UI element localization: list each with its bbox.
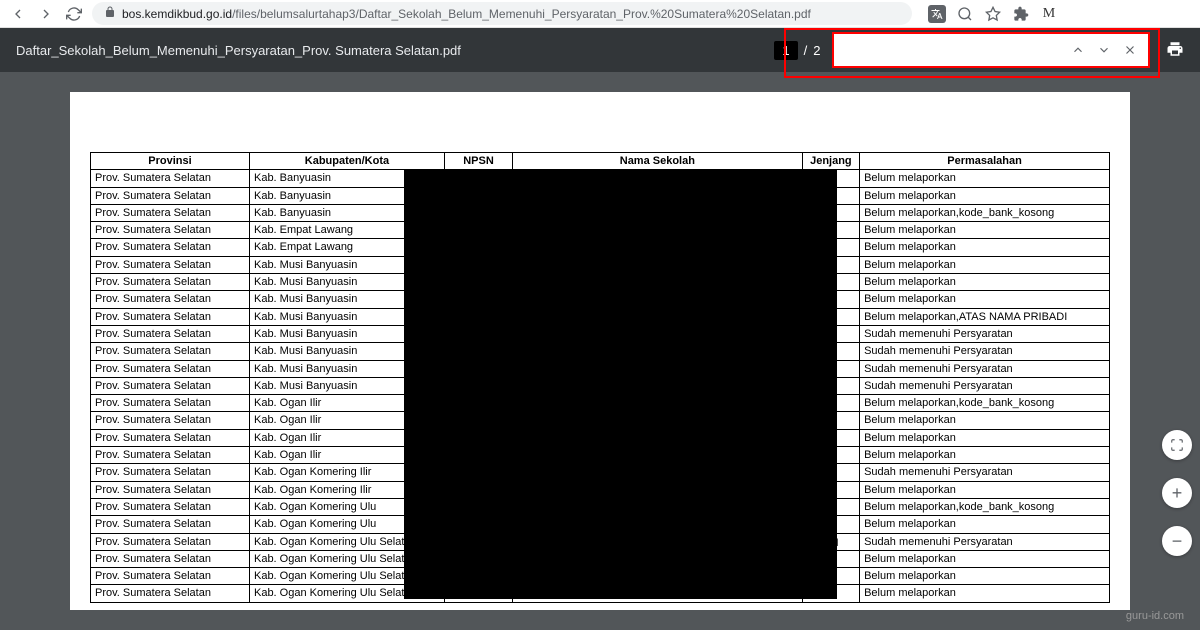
translate-icon[interactable] [928, 5, 946, 23]
cell-perm: Sudah memenuhi Persyaratan [860, 377, 1110, 394]
bookmark-icon[interactable] [984, 5, 1002, 23]
th-provinsi: Provinsi [91, 153, 250, 170]
cell-prov: Prov. Sumatera Selatan [91, 325, 250, 342]
th-kabupaten: Kabupaten/Kota [249, 153, 444, 170]
zoom-icon[interactable] [956, 5, 974, 23]
profile-icon[interactable]: M [1040, 5, 1058, 23]
address-bar[interactable]: bos.kemdikbud.go.id/files/belumsalurtaha… [92, 2, 912, 25]
cell-prov: Prov. Sumatera Selatan [91, 533, 250, 550]
cell-prov: Prov. Sumatera Selatan [91, 239, 250, 256]
cell-perm: Sudah memenuhi Persyaratan [860, 533, 1110, 550]
cell-prov: Prov. Sumatera Selatan [91, 256, 250, 273]
cell-prov: Prov. Sumatera Selatan [91, 343, 250, 360]
cell-perm: Belum melaporkan [860, 239, 1110, 256]
cell-prov: Prov. Sumatera Selatan [91, 395, 250, 412]
find-prev-button[interactable] [1068, 40, 1088, 60]
cell-perm: Belum melaporkan [860, 291, 1110, 308]
cell-perm: Belum melaporkan,ATAS NAMA PRIBADI [860, 308, 1110, 325]
cell-prov: Prov. Sumatera Selatan [91, 308, 250, 325]
table-header-row: Provinsi Kabupaten/Kota NPSN Nama Sekola… [91, 153, 1110, 170]
cell-prov: Prov. Sumatera Selatan [91, 516, 250, 533]
cell-perm: Belum melaporkan [860, 516, 1110, 533]
find-next-button[interactable] [1094, 40, 1114, 60]
find-bar [832, 32, 1150, 68]
cell-perm: Sudah memenuhi Persyaratan [860, 360, 1110, 377]
th-npsn: NPSN [444, 153, 512, 170]
back-button[interactable] [8, 4, 28, 24]
fit-page-button[interactable] [1162, 430, 1192, 460]
cell-perm: Belum melaporkan,kode_bank_kosong [860, 395, 1110, 412]
cell-prov: Prov. Sumatera Selatan [91, 377, 250, 394]
page-current-input[interactable]: 1 [774, 41, 797, 60]
cell-perm: Sudah memenuhi Persyaratan [860, 325, 1110, 342]
side-tools: + − [1162, 430, 1192, 556]
reload-button[interactable] [64, 4, 84, 24]
cell-perm: Belum melaporkan,kode_bank_kosong [860, 204, 1110, 221]
pdf-filename: Daftar_Sekolah_Belum_Memenuhi_Persyarata… [16, 43, 461, 58]
cell-perm: Sudah memenuhi Persyaratan [860, 464, 1110, 481]
print-icon[interactable] [1166, 40, 1184, 61]
cell-prov: Prov. Sumatera Selatan [91, 187, 250, 204]
find-input[interactable] [842, 38, 1062, 62]
cell-prov: Prov. Sumatera Selatan [91, 291, 250, 308]
cell-perm: Belum melaporkan [860, 568, 1110, 585]
cell-perm: Belum melaporkan [860, 550, 1110, 567]
redaction-block [404, 169, 837, 599]
cell-perm: Belum melaporkan [860, 170, 1110, 187]
cell-perm: Belum melaporkan [860, 187, 1110, 204]
cell-prov: Prov. Sumatera Selatan [91, 429, 250, 446]
cell-prov: Prov. Sumatera Selatan [91, 550, 250, 567]
browser-toolbar: bos.kemdikbud.go.id/files/belumsalurtaha… [0, 0, 1200, 28]
cell-prov: Prov. Sumatera Selatan [91, 585, 250, 602]
cell-prov: Prov. Sumatera Selatan [91, 360, 250, 377]
pdf-viewport[interactable]: QIN Provinsi Kabupaten/Kota NPSN Nama Se… [0, 72, 1200, 630]
cell-perm: Belum melaporkan [860, 274, 1110, 291]
pdf-page: QIN Provinsi Kabupaten/Kota NPSN Nama Se… [70, 92, 1130, 610]
cell-perm: Belum melaporkan [860, 222, 1110, 239]
th-nama: Nama Sekolah [513, 153, 803, 170]
url-text: bos.kemdikbud.go.id/files/belumsalurtaha… [122, 7, 811, 21]
zoom-out-button[interactable]: − [1162, 526, 1192, 556]
cell-prov: Prov. Sumatera Selatan [91, 222, 250, 239]
forward-button[interactable] [36, 4, 56, 24]
cell-perm: Belum melaporkan,kode_bank_kosong [860, 498, 1110, 515]
cell-perm: Belum melaporkan [860, 447, 1110, 464]
cell-prov: Prov. Sumatera Selatan [91, 274, 250, 291]
partial-text: QIN [819, 536, 839, 550]
watermark: guru-id.com [1126, 610, 1184, 622]
zoom-in-button[interactable]: + [1162, 478, 1192, 508]
cell-prov: Prov. Sumatera Selatan [91, 170, 250, 187]
th-permasalahan: Permasalahan [860, 153, 1110, 170]
cell-perm: Belum melaporkan [860, 429, 1110, 446]
cell-perm: Belum melaporkan [860, 481, 1110, 498]
extensions-icon[interactable] [1012, 5, 1030, 23]
th-jenjang: Jenjang [802, 153, 859, 170]
cell-perm: Belum melaporkan [860, 412, 1110, 429]
cell-perm: Sudah memenuhi Persyaratan [860, 343, 1110, 360]
page-total: 2 [813, 43, 820, 58]
cell-prov: Prov. Sumatera Selatan [91, 412, 250, 429]
page-indicator: 1 / 2 [774, 41, 820, 60]
find-close-button[interactable] [1120, 40, 1140, 60]
lock-icon [104, 6, 116, 21]
cell-perm: Belum melaporkan [860, 256, 1110, 273]
cell-perm: Belum melaporkan [860, 585, 1110, 602]
cell-prov: Prov. Sumatera Selatan [91, 568, 250, 585]
cell-prov: Prov. Sumatera Selatan [91, 447, 250, 464]
cell-prov: Prov. Sumatera Selatan [91, 464, 250, 481]
cell-prov: Prov. Sumatera Selatan [91, 481, 250, 498]
cell-prov: Prov. Sumatera Selatan [91, 204, 250, 221]
cell-prov: Prov. Sumatera Selatan [91, 498, 250, 515]
